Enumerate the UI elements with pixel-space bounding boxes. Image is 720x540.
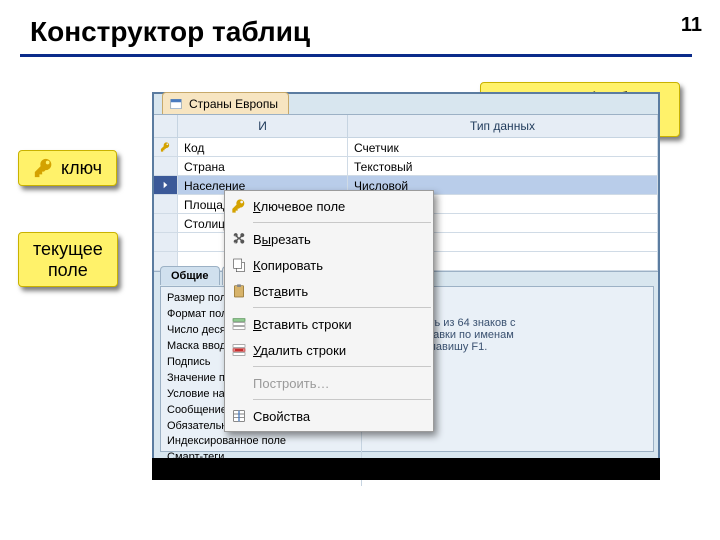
- page-number: 11: [681, 14, 702, 37]
- menu-item-key-field[interactable]: Ключевое поле: [225, 193, 433, 219]
- table-icon: [169, 97, 183, 111]
- menu-item-label: Вставить: [253, 284, 425, 299]
- table-row[interactable]: КодСчетчик: [154, 138, 658, 157]
- menu-item-cut[interactable]: Вырезать: [225, 226, 433, 252]
- callout-current-field: текущее поле: [18, 232, 118, 287]
- field-type-cell[interactable]: Текстовый: [348, 157, 658, 176]
- row-selector[interactable]: [154, 214, 178, 233]
- row-selector[interactable]: [154, 233, 178, 252]
- page-title: Конструктор таблиц: [30, 16, 310, 48]
- menu-item-paste[interactable]: Вставить: [225, 278, 433, 304]
- props-icon: [225, 408, 253, 424]
- menu-item-label: Вырезать: [253, 232, 425, 247]
- key-icon: [33, 157, 55, 179]
- row-selector[interactable]: [154, 195, 178, 214]
- row-selector[interactable]: [154, 157, 178, 176]
- menu-item-insert-rows[interactable]: Вставить строки: [225, 311, 433, 337]
- window-bottom-strip: [152, 458, 660, 480]
- insertrow-icon: [225, 316, 253, 332]
- menu-item-copy[interactable]: Копировать: [225, 252, 433, 278]
- field-name-cell[interactable]: Страна: [178, 157, 348, 176]
- context-menu: Ключевое поле Вырезать Копировать Вставить В…: [224, 190, 434, 432]
- menu-item-properties[interactable]: Свойства: [225, 403, 433, 429]
- grid-header-type: Тип данных: [348, 115, 658, 138]
- menu-separator: [253, 399, 431, 400]
- field-name-cell[interactable]: Код: [178, 138, 348, 157]
- menu-separator: [253, 222, 431, 223]
- row-selector[interactable]: [154, 176, 178, 195]
- deleterow-icon: [225, 342, 253, 358]
- title-rule: [20, 54, 692, 57]
- tab-general[interactable]: Общие: [160, 266, 220, 285]
- row-selector[interactable]: [154, 138, 178, 157]
- menu-separator: [253, 366, 431, 367]
- callout-current-line2: поле: [33, 260, 103, 281]
- menu-item-delete-rows[interactable]: Удалить строки: [225, 337, 433, 363]
- menu-item-label: Удалить строки: [253, 343, 425, 358]
- menu-item-label: Копировать: [253, 258, 425, 273]
- table-row[interactable]: СтранаТекстовый: [154, 157, 658, 176]
- copy-icon: [225, 257, 253, 273]
- menu-item-label: Ключевое поле: [253, 199, 425, 214]
- menu-item-build: Построить…: [225, 370, 433, 396]
- table-tab[interactable]: Страны Европы: [162, 92, 289, 114]
- property-label[interactable]: Индексированное поле: [167, 434, 355, 450]
- callout-current-line1: текущее: [33, 239, 103, 260]
- grid-corner: [154, 115, 178, 138]
- table-tab-title: Страны Европы: [189, 97, 278, 111]
- menu-item-label: Свойства: [253, 409, 425, 424]
- field-type-cell[interactable]: Счетчик: [348, 138, 658, 157]
- callout-key-text: ключ: [61, 158, 102, 179]
- menu-item-label: Построить…: [253, 376, 425, 391]
- menu-item-label: Вставить строки: [253, 317, 425, 332]
- key-icon: [225, 198, 253, 214]
- paste-icon: [225, 283, 253, 299]
- callout-key: ключ: [18, 150, 117, 186]
- cut-icon: [225, 231, 253, 247]
- grid-header-name: И: [178, 115, 348, 138]
- menu-separator: [253, 307, 431, 308]
